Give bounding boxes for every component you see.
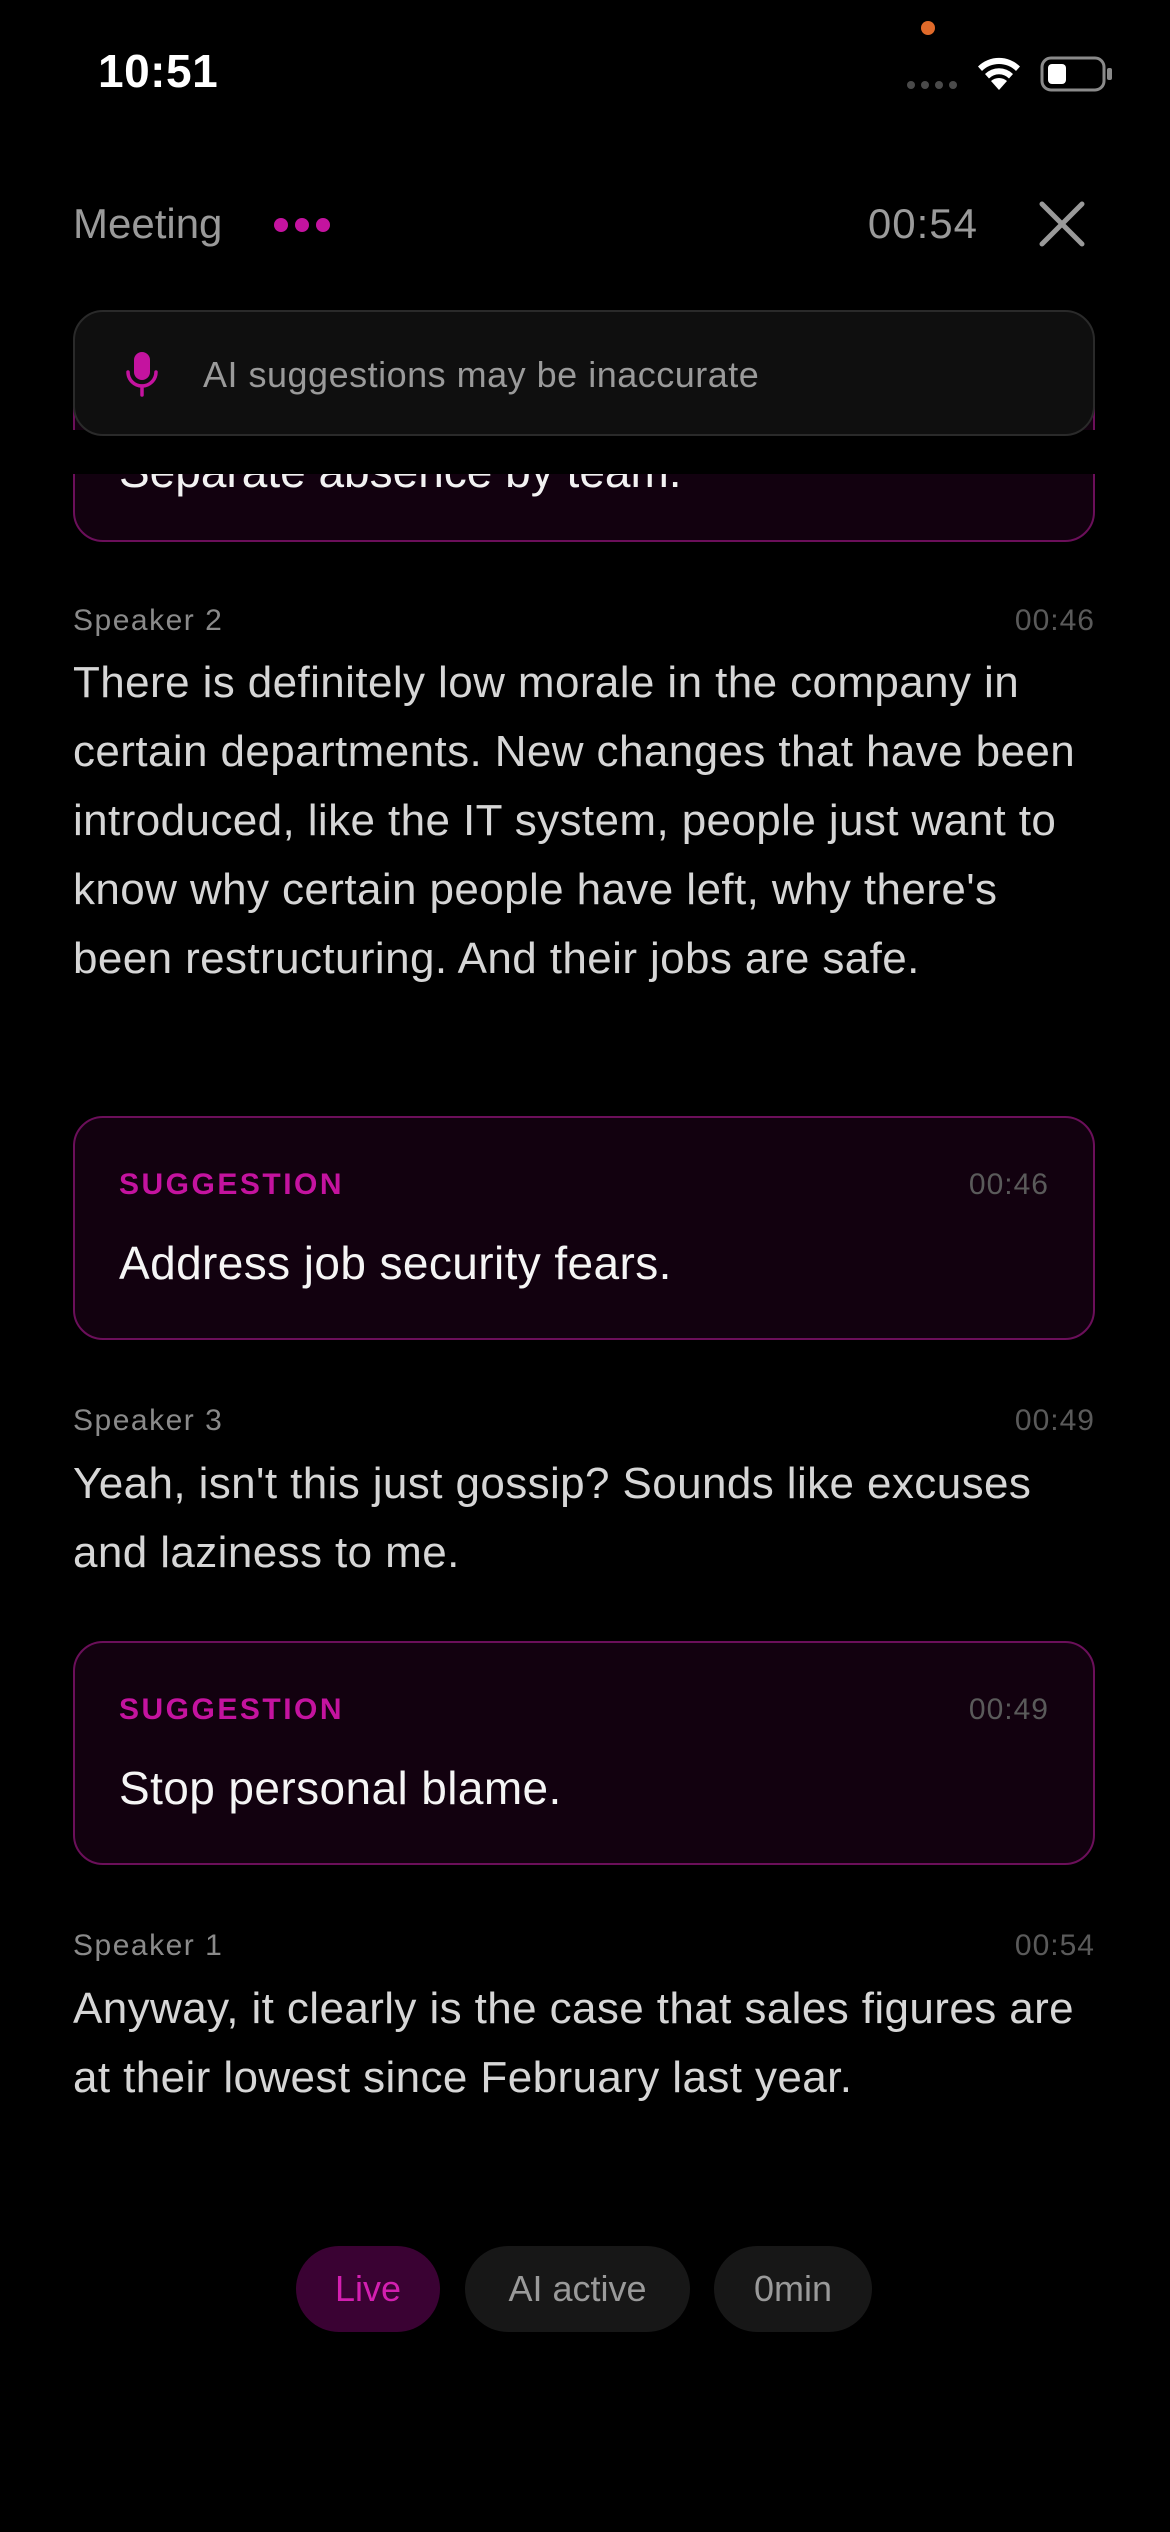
suggestion-text: Stop personal blame. [119, 1762, 562, 1814]
cellular-signal-icon [907, 81, 957, 89]
speaker-timestamp: 00:54 [1014, 1929, 1095, 1962]
privacy-indicator-dot [921, 21, 935, 35]
transcript-text: Anyway, it clearly is the case that sale… [73, 1984, 1075, 2102]
speaker-name: Speaker 1 [73, 1929, 224, 1962]
transcript-entry-meta: Speaker 2 00:46 [73, 604, 1095, 644]
duration-pill[interactable]: 0min [714, 2246, 872, 2332]
speaker-name: Speaker 2 [73, 604, 224, 637]
transcript-text: Yeah, isn't this just gossip? Sounds lik… [73, 1459, 1032, 1577]
speaker-name: Speaker 3 [73, 1404, 224, 1437]
speaker-timestamp: 00:49 [1014, 1404, 1095, 1437]
transcript-text: There is definitely low morale in the co… [73, 658, 1076, 983]
ai-disclaimer-banner: AI suggestions may be inaccurate [73, 310, 1095, 436]
suggestion-text: Address job security fears. [119, 1237, 672, 1289]
ai-active-pill[interactable]: AI active [465, 2246, 690, 2332]
suggestion-card: SUGGESTION 00:49 Stop personal blame. [73, 1641, 1095, 1865]
wifi-icon [978, 57, 1020, 90]
suggestion-label: SUGGESTION [119, 1693, 345, 1726]
live-status-pill[interactable]: Live [296, 2246, 440, 2332]
transcript-entry-meta: Speaker 3 00:49 [73, 1404, 1095, 1444]
meeting-title: Meeting [73, 200, 223, 247]
suggestion-timestamp: 00:46 [968, 1168, 1049, 1201]
status-time: 10:51 [98, 45, 219, 97]
scroll-fade-mask [0, 430, 1170, 474]
suggestion-card: SUGGESTION 00:46 Address job security fe… [73, 1116, 1095, 1340]
disclaimer-text: AI suggestions may be inaccurate [203, 354, 760, 395]
speaker-timestamp: 00:46 [1014, 604, 1095, 637]
status-bar: 10:51 [0, 0, 1170, 150]
more-options-icon[interactable] [272, 216, 332, 234]
microphone-icon [126, 352, 158, 397]
battery-icon [1040, 56, 1112, 92]
meeting-timer: 00:54 [867, 200, 978, 247]
suggestion-timestamp: 00:49 [968, 1693, 1049, 1726]
transcript-entry-meta: Speaker 1 00:54 [73, 1929, 1095, 1969]
suggestion-label: SUGGESTION [119, 1168, 345, 1201]
close-icon[interactable] [1036, 198, 1088, 250]
